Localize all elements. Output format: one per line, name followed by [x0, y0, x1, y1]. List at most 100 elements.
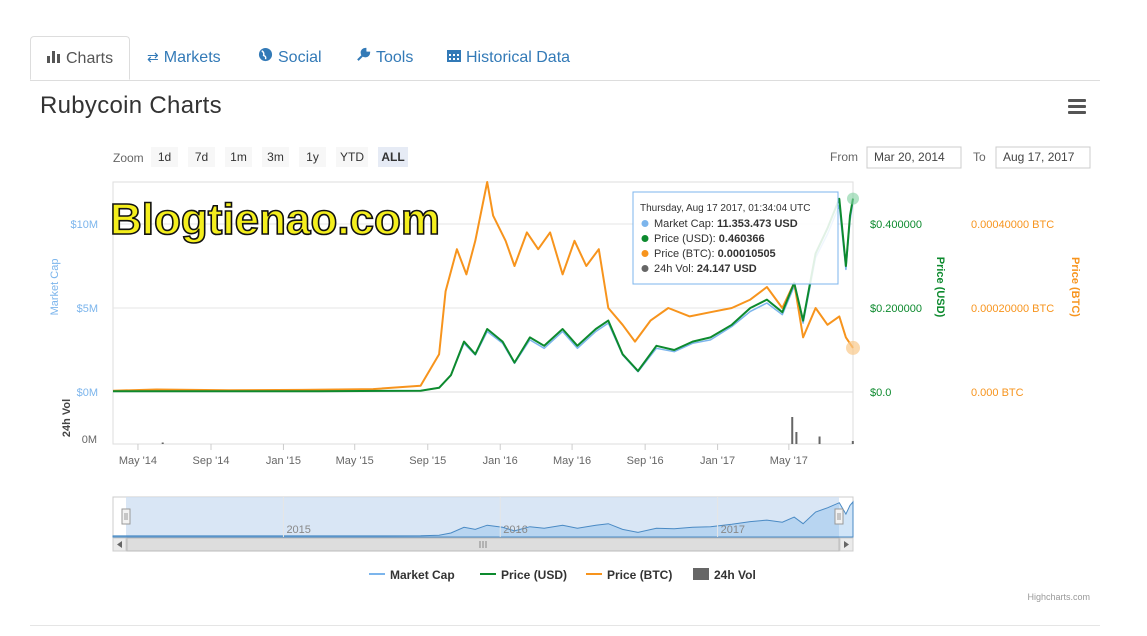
- to-date-input[interactable]: [995, 146, 1091, 169]
- zoom-button-1m[interactable]: [225, 147, 252, 167]
- tab-label: Tools: [376, 49, 414, 66]
- tooltip-row-label: Price (USD): 0.460366: [654, 233, 765, 245]
- y-tick-market-cap: $10M: [70, 219, 98, 231]
- y-tick-price-usd: $0.0: [870, 387, 891, 399]
- tooltip-row-label: Price (BTC): 0.00010505: [654, 248, 776, 260]
- tab-tools[interactable]: Tools: [340, 36, 429, 79]
- tooltip-series-dot: [641, 235, 649, 242]
- scrollbar-left-button[interactable]: [112, 537, 127, 552]
- scrollbar-thumb[interactable]: [126, 537, 840, 552]
- tooltip-row-value: 0.460366: [719, 233, 765, 245]
- y-tick-price-usd: $0.400000: [870, 219, 922, 231]
- x-tick-label: Jan '16: [483, 455, 518, 467]
- series-line-market-cap: [113, 201, 854, 393]
- exchange-icon: ⇄: [147, 49, 159, 65]
- volume-bar: [795, 432, 798, 444]
- zoom-button-3m[interactable]: [262, 147, 289, 167]
- y-tick-market-cap: $5M: [77, 303, 98, 315]
- from-label: From: [830, 150, 858, 164]
- calendar-icon: [447, 36, 461, 78]
- navigator: 2015 2016 2017: [112, 496, 854, 552]
- zoom-label: Zoom: [113, 151, 144, 165]
- tooltip: Thursday, Aug 17 2017, 01:34:04 UTC Mark…: [632, 191, 839, 285]
- zoom-button-1d[interactable]: [151, 147, 178, 167]
- volume-bars: [161, 417, 854, 444]
- legend-item-price-usd[interactable]: Price (USD): [501, 568, 567, 582]
- x-tick-label: Sep '15: [409, 455, 446, 467]
- x-tick-label: May '15: [336, 455, 374, 467]
- watermark-logo: Blogtienao.com: [110, 195, 440, 244]
- tab-charts[interactable]: Charts: [30, 36, 131, 80]
- legend-item-24h-vol[interactable]: 24h Vol: [714, 568, 756, 582]
- y-tick-price-usd: $0.200000: [870, 303, 922, 315]
- plot-frame: [112, 181, 854, 393]
- tab-label: Historical Data: [466, 49, 571, 66]
- credits-link[interactable]: Highcharts.com: [1027, 592, 1090, 602]
- tooltip-row-label: Market Cap: 11.353.473 USD: [654, 218, 798, 230]
- tooltip-series-dot: [641, 250, 649, 257]
- navigator-handle[interactable]: [834, 508, 844, 525]
- hover-marker-usd: [847, 192, 859, 205]
- chart-menu-button[interactable]: [1068, 99, 1086, 115]
- y-axis-title-price-usd: Price (USD): [934, 257, 946, 318]
- series-line-price-btc: [112, 181, 854, 392]
- tooltip-box: [632, 191, 839, 285]
- y-tick-volume: 0M: [82, 434, 97, 446]
- globe-icon: [258, 36, 273, 78]
- y-tick-market-cap: $0M: [77, 387, 98, 399]
- tooltip-row-value: 24.147 USD: [697, 263, 757, 275]
- legend-item-price-btc[interactable]: Price (BTC): [607, 568, 672, 582]
- hamburger-icon: [1068, 99, 1086, 102]
- tab-label: Markets: [163, 49, 221, 66]
- y-axis-title-volume: 24h Vol: [61, 399, 73, 437]
- tooltip-series-dot: [641, 220, 649, 227]
- volume-bar: [161, 442, 164, 444]
- y-tick-price-btc: 0.00040000 BTC: [971, 219, 1054, 231]
- hamburger-icon-bar: [1068, 105, 1086, 108]
- series-line-price-usd: [113, 197, 854, 393]
- tooltip-series-dot: [641, 265, 649, 272]
- navigator-selection[interactable]: [126, 497, 839, 537]
- wrench-icon: [356, 36, 371, 78]
- to-label: To: [973, 150, 986, 164]
- x-tick-label: May '14: [119, 455, 157, 467]
- x-tick-label: May '16: [553, 455, 591, 467]
- grid-lines: [112, 181, 854, 445]
- navigator-handle[interactable]: [121, 508, 131, 525]
- series-lines: [112, 181, 860, 393]
- bar-chart-icon: [47, 37, 61, 79]
- page-title: Rubycoin Charts: [40, 92, 222, 119]
- zoom-button-all[interactable]: [378, 147, 408, 167]
- x-tick-label: May '17: [770, 455, 808, 467]
- hover-marker-btc: [846, 340, 860, 355]
- legend-symbol: [693, 568, 709, 580]
- x-axis-ticks: May '14 Sep '14 Jan '15 May '15 Sep '15 Jan '…: [119, 444, 808, 467]
- tab-historical-data[interactable]: Historical Data: [431, 36, 586, 79]
- tab-bar: Charts ⇄ Markets Social Tools Historical …: [30, 36, 1100, 81]
- divider: [30, 625, 1100, 626]
- tab-label: Social: [278, 49, 322, 66]
- tab-social[interactable]: Social: [242, 36, 338, 79]
- tab-markets[interactable]: ⇄ Markets: [131, 36, 237, 79]
- tooltip-row-value: 11.353.473 USD: [717, 218, 798, 230]
- legend-item-market-cap[interactable]: Market Cap: [390, 568, 455, 582]
- legend: Market Cap Price (USD) Price (BTC) 24h Vol: [369, 568, 756, 582]
- zoom-button-7d[interactable]: [188, 147, 215, 167]
- hamburger-icon-bar: [1068, 111, 1086, 114]
- tab-label: Charts: [66, 50, 114, 67]
- tooltip-header: Thursday, Aug 17 2017, 01:34:04 UTC: [640, 203, 810, 214]
- zoom-button-1y[interactable]: [299, 147, 326, 167]
- y-tick-price-btc: 0.00020000 BTC: [971, 303, 1054, 315]
- y-axis-title-price-btc: Price (BTC): [1069, 257, 1081, 317]
- from-date-input[interactable]: [866, 146, 962, 169]
- y-axis-title-market-cap: Market Cap: [49, 259, 61, 316]
- tooltip-row-label: 24h Vol: 24.147 USD: [654, 263, 757, 275]
- zoom-button-ytd[interactable]: [336, 147, 368, 167]
- volume-bar: [791, 417, 794, 444]
- x-tick-label: Jan '17: [700, 455, 735, 467]
- axis-labels: $0M $0.0 0.000 BTC $5M $0.200000 0.00020000 B…: [49, 219, 1081, 446]
- scrollbar-right-button[interactable]: [839, 537, 854, 552]
- volume-frame: [112, 391, 854, 445]
- volume-bar: [818, 436, 821, 444]
- tooltip-row-value: 0.00010505: [718, 248, 776, 260]
